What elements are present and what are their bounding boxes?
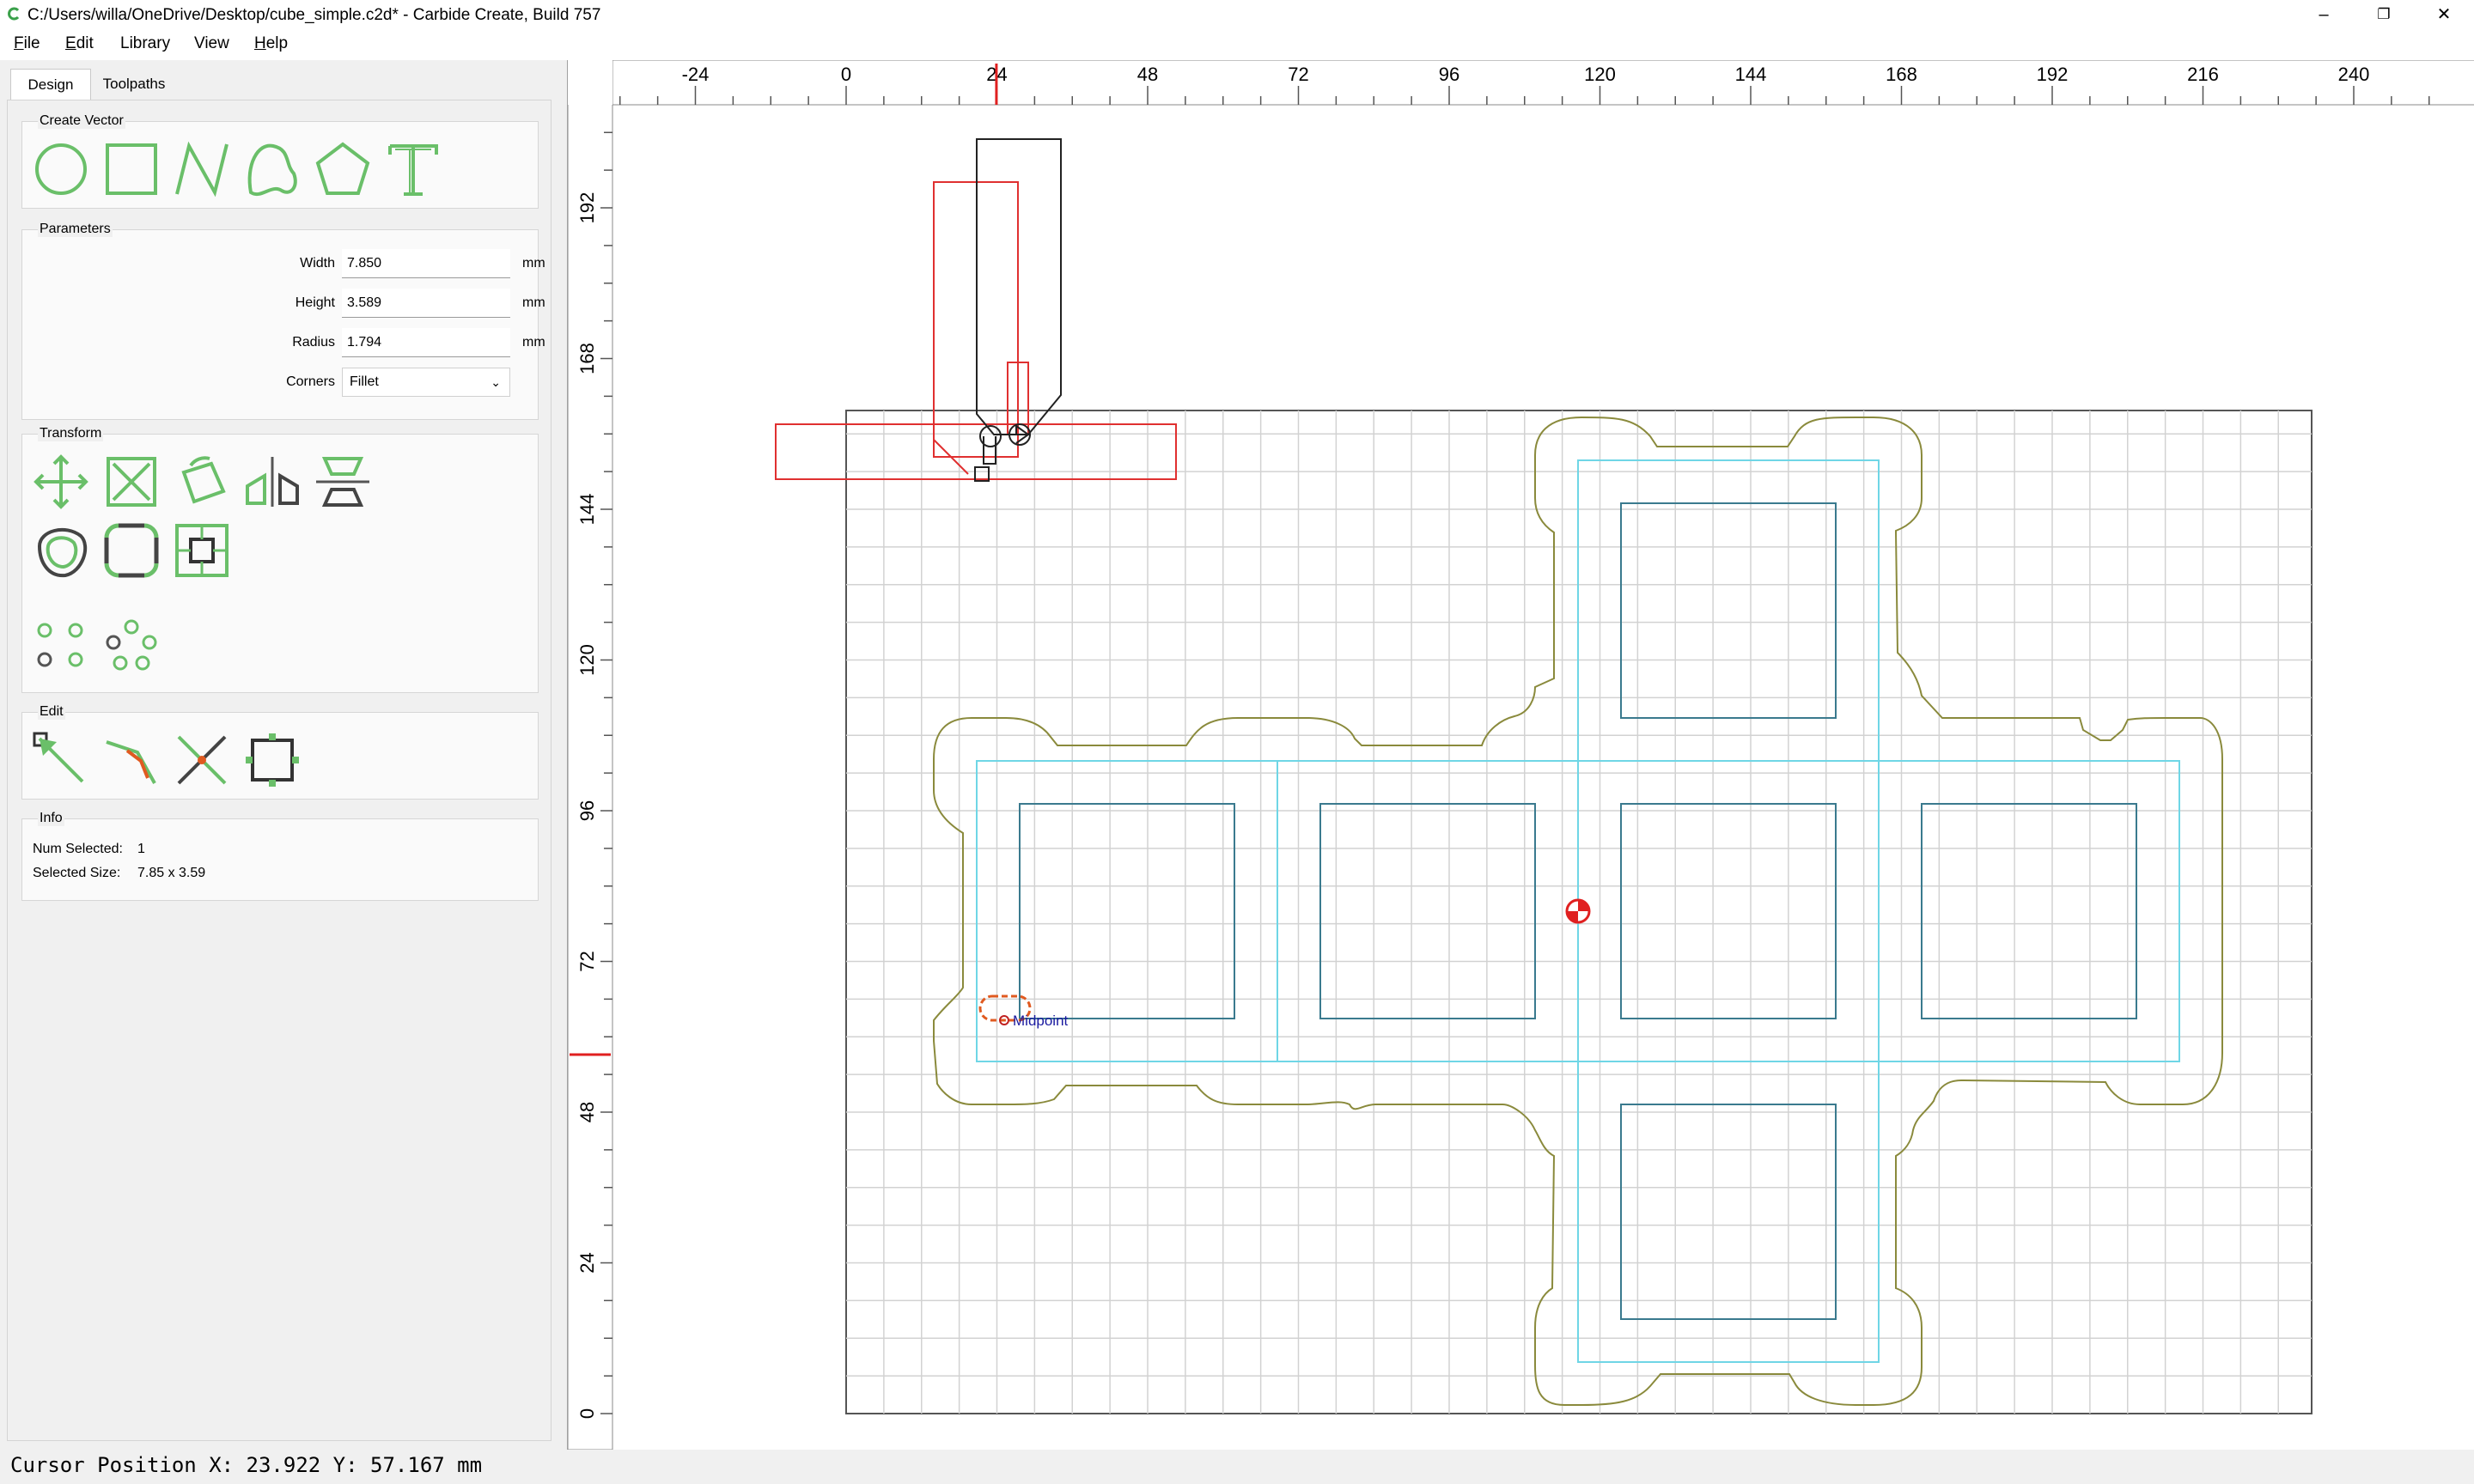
text-icon[interactable]: [383, 139, 443, 199]
restore-button[interactable]: ❐: [2354, 0, 2414, 29]
x-tick-label: 216: [2187, 64, 2219, 85]
info-title: Info: [38, 811, 64, 826]
x-tick-label: 0: [841, 64, 851, 85]
move-icon[interactable]: [31, 452, 91, 512]
radius-field[interactable]: [342, 328, 510, 357]
offset-icon[interactable]: [31, 520, 91, 581]
rectangle-icon[interactable]: [101, 139, 161, 199]
left-ruler: [567, 59, 613, 1451]
scale-icon[interactable]: [101, 452, 161, 512]
y-tick-label: 192: [576, 192, 598, 224]
x-tick-label: 144: [1735, 64, 1767, 85]
parameters-title: Parameters: [38, 222, 113, 237]
design-canvas[interactable]: -24 0 24 48 72 96 120 144 168 192 216 240 192 168 144…: [567, 59, 2474, 1451]
design-panel: Create Vector Parameters Width mm Height…: [7, 100, 551, 1441]
num-selected-value: 1: [137, 842, 145, 856]
height-label: Height: [295, 295, 335, 310]
boolean-icon[interactable]: [172, 520, 232, 581]
ruler-corner: [568, 60, 612, 105]
cut-icon[interactable]: [172, 730, 232, 790]
y-tick-label: 168: [576, 343, 598, 374]
left-panel: Design Toolpaths Create Vector Parameter…: [7, 65, 557, 1441]
y-tick-label: 72: [576, 951, 598, 971]
mirror-icon[interactable]: [242, 452, 302, 512]
x-tick-label: 72: [1288, 64, 1308, 85]
x-tick-label: 240: [2338, 64, 2370, 85]
menu-view[interactable]: View: [194, 34, 229, 53]
width-field[interactable]: [342, 249, 510, 278]
create-vector-group: Create Vector: [21, 113, 539, 209]
y-tick-label: 0: [576, 1408, 598, 1419]
menu-file[interactable]: File: [14, 34, 40, 53]
edit-title: Edit: [38, 704, 65, 720]
edit-group: Edit: [21, 704, 539, 800]
x-tick-label: 168: [1886, 64, 1917, 85]
tab-toolpaths[interactable]: Toolpaths: [93, 69, 175, 100]
curve-icon[interactable]: [242, 139, 302, 199]
height-unit: mm: [522, 295, 545, 310]
canvas-svg[interactable]: -24 0 24 48 72 96 120 144 168 192 216 240 192 168 144…: [567, 59, 2474, 1451]
chevron-down-icon: ⌄: [491, 375, 501, 389]
selected-size-value: 7.85 x 3.59: [137, 866, 206, 880]
x-tick-label: 192: [2037, 64, 2069, 85]
info-group: Info Num Selected: 1 Selected Size: 7.85…: [21, 811, 539, 901]
radius-label: Radius: [292, 335, 335, 350]
menu-help[interactable]: Help: [254, 34, 288, 53]
parameters-group: Parameters Width mm Height mm Radius mm …: [21, 222, 545, 420]
y-tick-label: 96: [576, 800, 598, 821]
title-bar: C:/Users/willa/OneDrive/Desktop/cube_sim…: [0, 0, 2474, 29]
flip-icon[interactable]: [313, 452, 373, 512]
window-title: C:/Users/willa/OneDrive/Desktop/cube_sim…: [27, 6, 601, 24]
tab-design[interactable]: Design: [10, 69, 91, 100]
cursor-position: Cursor Position X: 23.922 Y: 57.167 mm: [10, 1453, 483, 1477]
y-tick-label: 24: [576, 1252, 598, 1273]
x-tick-label: 96: [1439, 64, 1459, 85]
radius-unit: mm: [522, 335, 545, 350]
transform-group: Transform: [21, 426, 539, 693]
width-unit: mm: [522, 256, 545, 271]
x-tick-label: -24: [682, 64, 710, 85]
num-selected-label: Num Selected:: [33, 842, 123, 856]
create-vector-title: Create Vector: [38, 113, 125, 129]
transform-title: Transform: [38, 426, 104, 441]
node-edit-icon[interactable]: [31, 730, 91, 790]
height-field[interactable]: [342, 289, 510, 318]
rotate-icon[interactable]: [172, 452, 232, 512]
y-tick-label: 144: [576, 494, 598, 526]
menu-bar: File Edit Library View Help: [0, 29, 2474, 60]
circular-array-icon[interactable]: [101, 615, 161, 675]
x-tick-label: 48: [1137, 64, 1158, 85]
menu-library[interactable]: Library: [120, 34, 170, 53]
fillet-icon[interactable]: [101, 520, 161, 581]
corners-value: Fillet: [350, 374, 379, 389]
circle-icon[interactable]: [31, 139, 91, 199]
status-bar: Cursor Position X: 23.922 Y: 57.167 mm: [0, 1450, 2474, 1484]
x-tick-label: 120: [1584, 64, 1616, 85]
corners-select[interactable]: Fillet ⌄: [342, 368, 510, 397]
polygon-icon[interactable]: [313, 139, 373, 199]
bounding-box-icon[interactable]: [242, 730, 302, 790]
linear-array-icon[interactable]: [31, 615, 91, 675]
width-label: Width: [300, 256, 335, 271]
menu-edit[interactable]: Edit: [65, 34, 94, 53]
minimize-button[interactable]: –: [2294, 0, 2354, 29]
close-button[interactable]: ✕: [2414, 0, 2474, 29]
y-tick-label: 48: [576, 1102, 598, 1122]
corners-label: Corners: [286, 374, 335, 389]
carbide-logo-icon: [8, 7, 20, 21]
trim-icon[interactable]: [101, 730, 161, 790]
y-tick-label: 120: [576, 644, 598, 676]
selected-size-label: Selected Size:: [33, 866, 121, 880]
midpoint-label: Midpoint: [1013, 1013, 1069, 1029]
center-marker-icon: [1565, 898, 1591, 924]
polyline-icon[interactable]: [172, 139, 232, 199]
